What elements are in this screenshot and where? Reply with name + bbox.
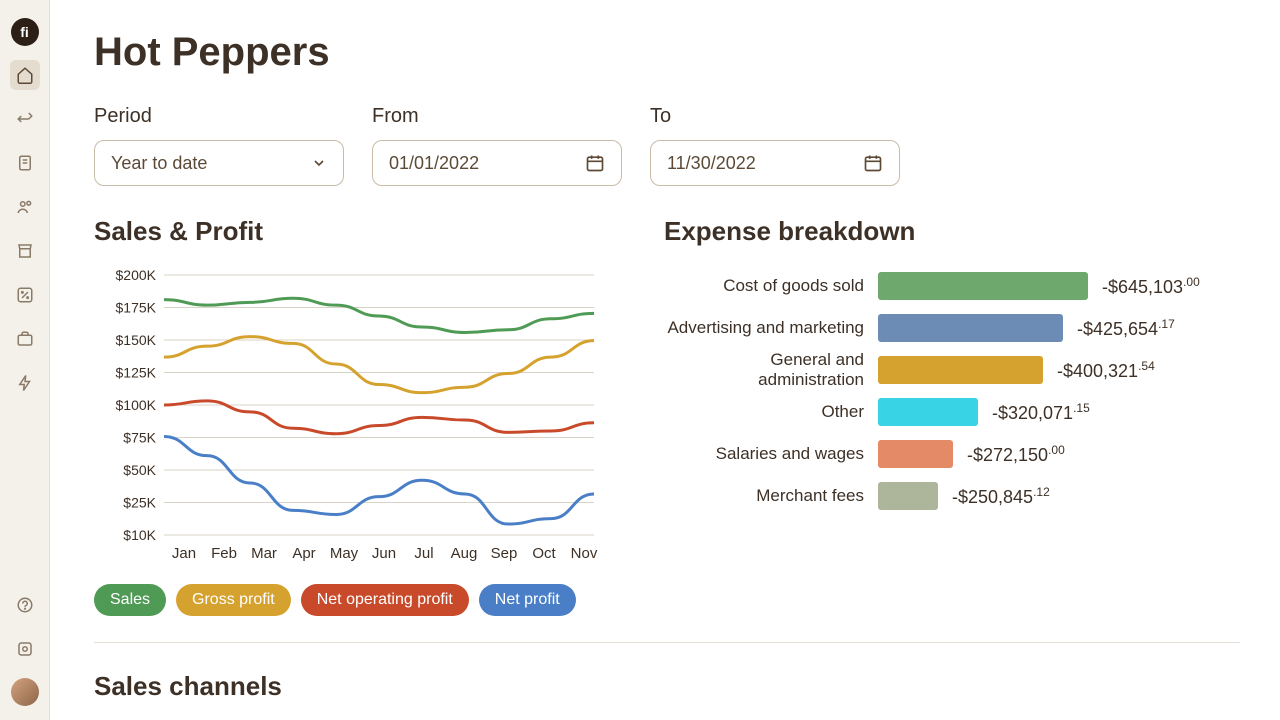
main-content: Hot Peppers Period Year to date From 01/… <box>50 0 1280 720</box>
to-filter: To 11/30/2022 <box>650 105 900 186</box>
sales-profit-section: Sales & Profit $200K $175K $150K $125K $100K… <box>94 216 604 616</box>
expense-value: -$320,071.15 <box>992 401 1090 424</box>
svg-text:$75K: $75K <box>123 430 156 446</box>
dashboard-columns: Sales & Profit $200K $175K $150K $125K $100K… <box>94 216 1240 616</box>
x-axis-labels: JanFebMarAprMayJunJulAugSepOctNov <box>94 545 604 562</box>
expense-rows: Cost of goods sold -$645,103.00 Advertisin… <box>664 265 1240 517</box>
sidebar: fi <box>0 0 50 720</box>
page-title: Hot Peppers <box>94 30 1240 75</box>
from-value: 01/01/2022 <box>389 153 479 174</box>
sales-profit-title: Sales & Profit <box>94 216 604 247</box>
nav-home-icon[interactable] <box>10 60 40 90</box>
nav-percent-icon[interactable] <box>10 280 40 310</box>
period-select[interactable]: Year to date <box>94 140 344 186</box>
to-date-input[interactable]: 11/30/2022 <box>650 140 900 186</box>
expense-bar <box>878 440 953 468</box>
expense-row: General and administration -$400,321.54 <box>664 349 1240 391</box>
nav-receipts-icon[interactable] <box>10 148 40 178</box>
expense-value: -$250,845.12 <box>952 485 1050 508</box>
expense-row: Salaries and wages -$272,150.00 <box>664 433 1240 475</box>
to-label: To <box>650 105 900 128</box>
expense-label: Salaries and wages <box>664 444 864 464</box>
filters-row: Period Year to date From 01/01/2022 To 1… <box>94 105 1240 186</box>
legend-net[interactable]: Net profit <box>479 584 576 616</box>
to-value: 11/30/2022 <box>667 153 756 174</box>
calendar-icon <box>863 153 883 173</box>
svg-text:$25K: $25K <box>123 495 156 511</box>
period-label: Period <box>94 105 344 128</box>
expense-label: Advertising and marketing <box>664 318 864 338</box>
svg-text:$125K: $125K <box>116 365 157 381</box>
period-filter: Period Year to date <box>94 105 344 186</box>
nav-people-icon[interactable] <box>10 192 40 222</box>
expense-row: Cost of goods sold -$645,103.00 <box>664 265 1240 307</box>
from-label: From <box>372 105 622 128</box>
nav-settings-icon[interactable] <box>10 634 40 664</box>
expense-row: Merchant fees -$250,845.12 <box>664 475 1240 517</box>
svg-text:$150K: $150K <box>116 332 157 348</box>
calendar-icon <box>585 153 605 173</box>
expense-label: General and administration <box>664 350 864 390</box>
nav-briefcase-icon[interactable] <box>10 324 40 354</box>
expense-bar <box>878 272 1088 300</box>
nav-store-icon[interactable] <box>10 236 40 266</box>
from-filter: From 01/01/2022 <box>372 105 622 186</box>
legend-gross[interactable]: Gross profit <box>176 584 291 616</box>
sales-channels-title: Sales channels <box>94 671 1240 702</box>
chart-legend: Sales Gross profit Net operating profit … <box>94 584 604 616</box>
expense-label: Other <box>664 402 864 422</box>
legend-netop[interactable]: Net operating profit <box>301 584 469 616</box>
expense-value: -$645,103.00 <box>1102 275 1200 298</box>
line-chart-svg: $200K $175K $150K $125K $100K $75K $50K $25K $10… <box>94 265 604 545</box>
expense-row: Advertising and marketing -$425,654.17 <box>664 307 1240 349</box>
period-value: Year to date <box>111 153 207 174</box>
nav-lightning-icon[interactable] <box>10 368 40 398</box>
chevron-down-icon <box>311 155 327 171</box>
svg-text:$100K: $100K <box>116 397 157 413</box>
user-avatar[interactable] <box>11 678 39 706</box>
expense-bar <box>878 314 1063 342</box>
expense-bar <box>878 482 938 510</box>
legend-sales[interactable]: Sales <box>94 584 166 616</box>
from-date-input[interactable]: 01/01/2022 <box>372 140 622 186</box>
expense-label: Merchant fees <box>664 486 864 506</box>
expense-section: Expense breakdown Cost of goods sold -$64… <box>664 216 1240 616</box>
svg-text:$10K: $10K <box>123 527 156 543</box>
svg-text:$200K: $200K <box>116 267 157 283</box>
expense-value: -$400,321.54 <box>1057 359 1155 382</box>
sales-profit-chart: $200K $175K $150K $125K $100K $75K $50K $25K $10… <box>94 265 604 562</box>
expense-bar <box>878 356 1043 384</box>
nav-help-icon[interactable] <box>10 590 40 620</box>
expense-label: Cost of goods sold <box>664 276 864 296</box>
expense-title: Expense breakdown <box>664 216 1240 247</box>
expense-row: Other -$320,071.15 <box>664 391 1240 433</box>
expense-value: -$272,150.00 <box>967 443 1065 466</box>
app-logo[interactable]: fi <box>11 18 39 46</box>
svg-text:$175K: $175K <box>116 300 157 316</box>
expense-bar <box>878 398 978 426</box>
nav-transfers-icon[interactable] <box>10 104 40 134</box>
expense-value: -$425,654.17 <box>1077 317 1175 340</box>
section-divider <box>94 642 1240 643</box>
svg-text:$50K: $50K <box>123 462 156 478</box>
